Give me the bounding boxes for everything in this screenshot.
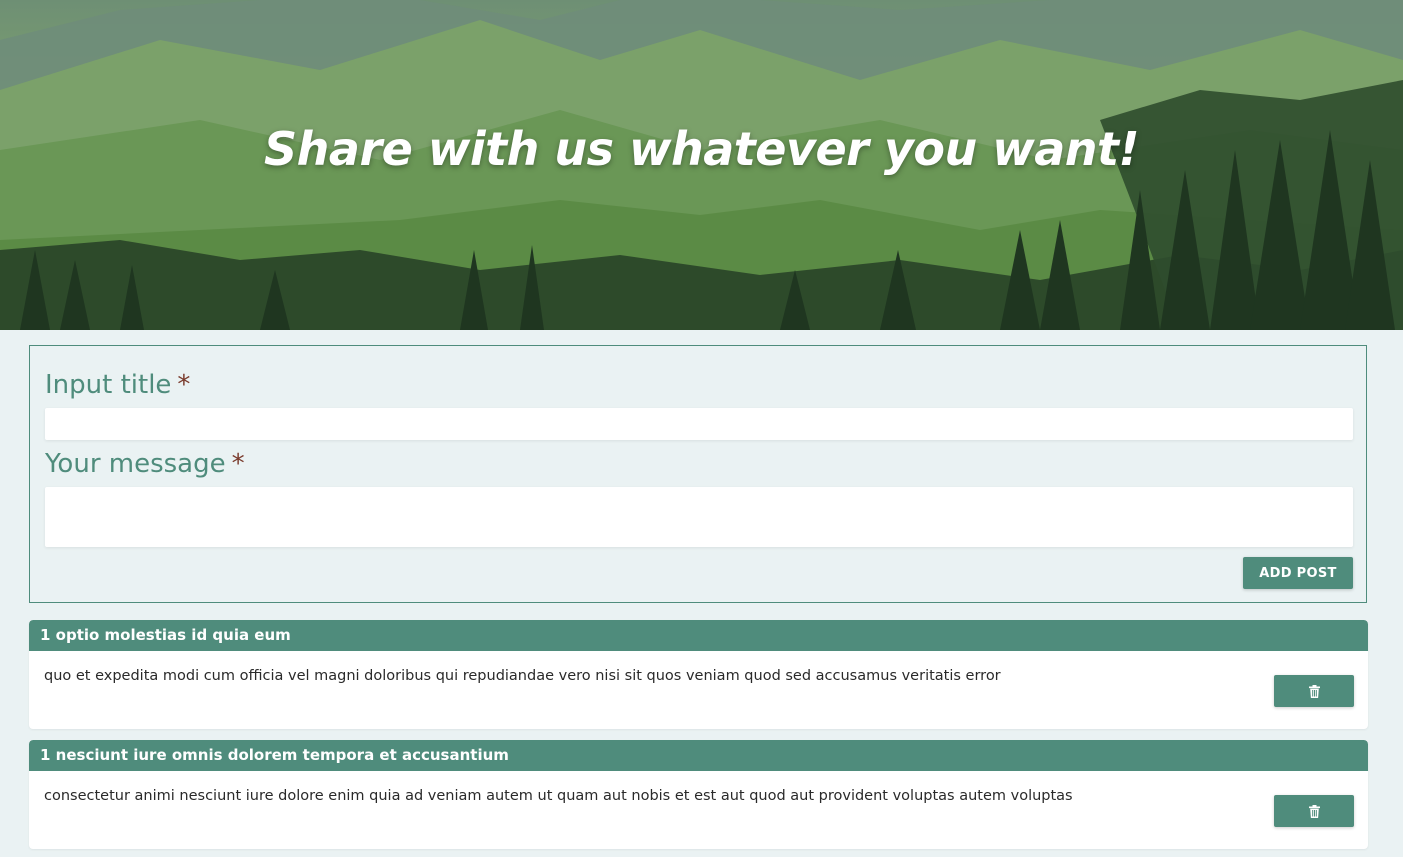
post-body: quo et expedita modi cum officia vel mag… xyxy=(29,651,1368,729)
post-message: consectetur animi nesciunt iure dolore e… xyxy=(44,788,1073,804)
hero-banner: Share with us whatever you want! xyxy=(0,0,1403,330)
delete-post-button[interactable] xyxy=(1274,795,1354,827)
title-field-label: Input title * xyxy=(45,370,190,400)
post-title: 1 optio molestias id quia eum xyxy=(29,620,1368,651)
post-title: 1 nesciunt iure omnis dolorem tempora et… xyxy=(29,740,1368,771)
post-body: consectetur animi nesciunt iure dolore e… xyxy=(29,771,1368,849)
trash-icon xyxy=(1308,804,1320,818)
message-textarea[interactable] xyxy=(45,487,1353,547)
post-card: 1 nesciunt iure omnis dolorem tempora et… xyxy=(29,740,1368,849)
post-message: quo et expedita modi cum officia vel mag… xyxy=(44,668,1001,684)
title-input[interactable] xyxy=(45,408,1353,440)
add-post-form: Input title * Your message * ADD POST xyxy=(29,345,1367,603)
title-label-text: Input title xyxy=(45,370,172,400)
required-asterisk: * xyxy=(231,449,245,479)
message-field-label: Your message * xyxy=(45,449,245,479)
hero-title: Share with us whatever you want! xyxy=(264,122,1139,176)
required-asterisk: * xyxy=(177,370,191,400)
message-label-text: Your message xyxy=(45,449,226,479)
post-card: 1 optio molestias id quia eum quo et exp… xyxy=(29,620,1368,729)
trash-icon xyxy=(1308,684,1320,698)
delete-post-button[interactable] xyxy=(1274,675,1354,707)
add-post-button[interactable]: ADD POST xyxy=(1243,557,1353,589)
